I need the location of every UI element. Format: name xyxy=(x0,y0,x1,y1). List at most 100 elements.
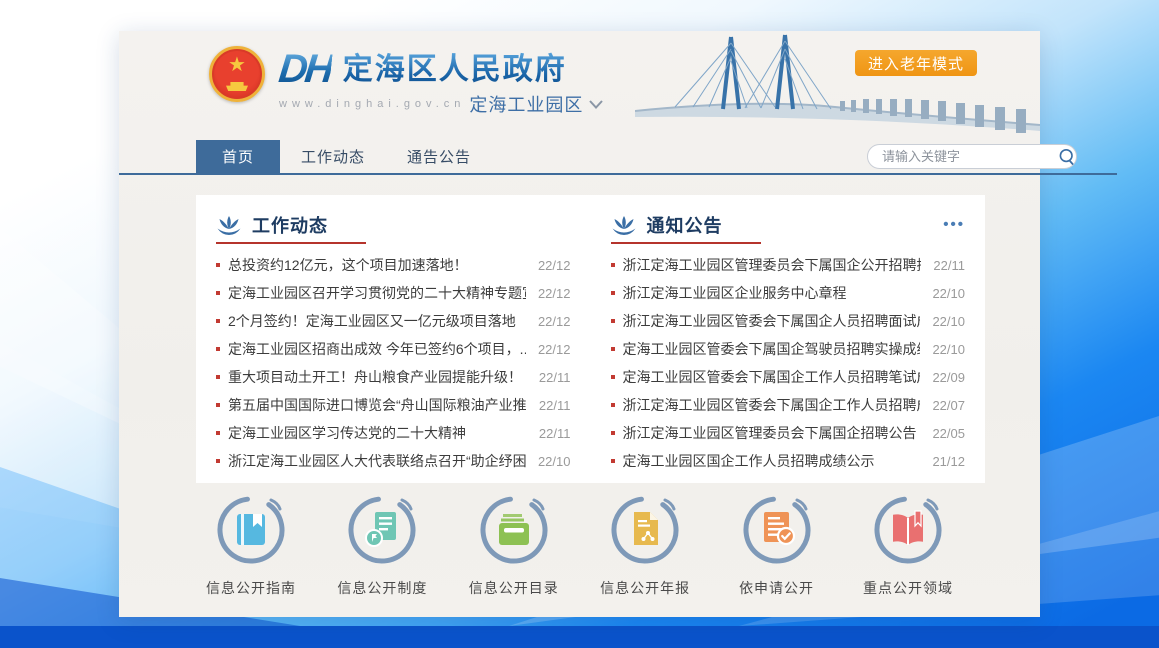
news-title[interactable]: 浙江定海工业园区管理委员会下属国企公开招聘拟... xyxy=(623,255,922,275)
bullet-icon xyxy=(216,347,220,351)
bullet-icon xyxy=(611,319,615,323)
news-title[interactable]: 浙江定海工业园区管委会下属国企人员招聘面试成... xyxy=(623,311,921,331)
news-title[interactable]: 2个月签约！定海工业园区又一亿元级项目落地 xyxy=(228,311,526,331)
open-book-icon xyxy=(893,511,923,545)
news-item[interactable]: 浙江定海工业园区企业服务中心章程 22/10 xyxy=(611,279,966,307)
work-dynamics-column: 工作动态 总投资约12亿元，这个项目加速落地！22/12 定海工业园区召开学习贯… xyxy=(216,207,571,483)
news-date: 22/12 xyxy=(538,314,571,329)
title-underline xyxy=(216,242,366,244)
news-title[interactable]: 定海工业园区学习传达党的二十大精神 xyxy=(228,423,527,443)
news-item[interactable]: 总投资约12亿元，这个项目加速落地！22/12 xyxy=(216,251,571,279)
news-item[interactable]: 浙江定海工业园区人大代表联络点召开“助企纾困... 22/10 xyxy=(216,447,571,475)
news-title[interactable]: 浙江定海工业园区人大代表联络点召开“助企纾困... xyxy=(228,451,526,471)
tab-home[interactable]: 首页 xyxy=(196,140,280,173)
news-title[interactable]: 定海工业园区国企工作人员招聘成绩公示 xyxy=(623,451,921,471)
news-item[interactable]: 定海工业园区管委会下属国企驾驶员招聘实操成绩 22/10 xyxy=(611,335,966,363)
quick-link-label[interactable]: 重点公开领域 xyxy=(846,578,970,598)
tab-work-dynamics[interactable]: 工作动态 xyxy=(280,140,386,173)
quick-link-label[interactable]: 信息公开年报 xyxy=(583,578,707,598)
brand-block: DH 定海区人民政府 www.dinghai.gov.cn 定海工业园区 xyxy=(279,49,603,117)
bullet-icon xyxy=(216,263,220,267)
notices-header: 通知公告 ••• xyxy=(611,207,966,243)
bullet-icon xyxy=(216,319,220,323)
quick-link-label[interactable]: 信息公开指南 xyxy=(189,578,313,598)
national-emblem xyxy=(209,46,265,102)
news-item[interactable]: 定海工业园区学习传达党的二十大精神 22/11 xyxy=(216,419,571,447)
quick-link-label[interactable]: 依申请公开 xyxy=(715,578,839,598)
news-item[interactable]: 浙江定海工业园区管理委员会下属国企招聘公告 22/05 xyxy=(611,419,966,447)
news-title[interactable]: 第五届中国国际进口博览会“舟山国际粮油产业推... xyxy=(228,395,527,415)
bullet-icon xyxy=(611,375,615,379)
news-item[interactable]: 浙江定海工业园区管委会下属国企人员招聘面试成...22/10 xyxy=(611,307,966,335)
site-url: www.dinghai.gov.cn xyxy=(279,98,465,110)
news-date: 22/11 xyxy=(539,426,571,441)
news-date: 22/11 xyxy=(933,258,965,273)
news-title[interactable]: 定海工业园区招商出成效 今年已签约6个项目，... xyxy=(228,339,526,359)
bullet-icon xyxy=(216,291,220,295)
news-title[interactable]: 定海工业园区召开学习贯彻党的二十大精神专题宣... xyxy=(228,283,526,303)
section-title[interactable]: 工作动态 xyxy=(252,212,328,238)
lotus-icon xyxy=(611,216,637,235)
catalog-box-icon xyxy=(499,514,529,545)
search-icon[interactable] xyxy=(1058,148,1076,166)
news-item[interactable]: 定海工业园区管委会下属国企工作人员招聘笔试成... 22/09 xyxy=(611,363,966,391)
quick-link-label[interactable]: 信息公开制度 xyxy=(320,578,444,598)
news-item[interactable]: 浙江定海工业园区管理委员会下属国企公开招聘拟... 22/11 xyxy=(611,251,966,279)
news-date: 22/10 xyxy=(932,286,965,301)
news-title[interactable]: 重大项目动土开工！舟山粮食产业园提能升级！ xyxy=(228,367,527,387)
news-title[interactable]: 总投资约12亿元，这个项目加速落地！ xyxy=(228,255,526,275)
search-box[interactable] xyxy=(867,144,1077,169)
bullet-icon xyxy=(216,431,220,435)
news-title[interactable]: 定海工业园区管委会下属国企驾驶员招聘实操成绩 xyxy=(623,339,921,359)
news-date: 22/05 xyxy=(932,426,965,441)
site-header: DH 定海区人民政府 www.dinghai.gov.cn 定海工业园区 进入老… xyxy=(119,31,1040,140)
news-title[interactable]: 定海工业园区管委会下属国企工作人员招聘笔试成... xyxy=(623,367,921,387)
more-button[interactable]: ••• xyxy=(943,220,965,230)
elderly-mode-button[interactable]: 进入老年模式 xyxy=(855,50,977,76)
news-item[interactable]: 第五届中国国际进口博览会“舟山国际粮油产业推... 22/11 xyxy=(216,391,571,419)
news-item[interactable]: 定海工业园区召开学习贯彻党的二十大精神专题宣... 22/12 xyxy=(216,279,571,307)
quick-link-annual-report[interactable]: 信息公开年报 xyxy=(583,493,707,598)
tab-announcements[interactable]: 通告公告 xyxy=(386,140,492,173)
news-date: 22/12 xyxy=(538,342,571,357)
quick-links-row: 信息公开指南 信息公开制度 xyxy=(189,493,970,598)
news-title[interactable]: 浙江定海工业园区企业服务中心章程 xyxy=(623,283,921,303)
bridge-illustration xyxy=(635,31,1040,140)
work-dynamics-header: 工作动态 xyxy=(216,207,571,243)
news-title[interactable]: 浙江定海工业园区管委会下属国企工作人员招聘成... xyxy=(623,395,921,415)
quick-link-catalog[interactable]: 信息公开目录 xyxy=(452,493,576,598)
bullet-icon xyxy=(611,403,615,407)
news-title[interactable]: 浙江定海工业园区管理委员会下属国企招聘公告 xyxy=(623,423,921,443)
chevron-down-icon[interactable] xyxy=(589,100,603,109)
news-panel: 工作动态 总投资约12亿元，这个项目加速落地！22/12 定海工业园区召开学习贯… xyxy=(196,195,985,483)
news-date: 22/11 xyxy=(539,398,571,413)
bullet-icon xyxy=(611,431,615,435)
news-item[interactable]: 定海工业园区国企工作人员招聘成绩公示 21/12 xyxy=(611,447,966,475)
annual-report-icon xyxy=(634,512,658,545)
lotus-icon xyxy=(216,216,242,235)
news-item[interactable]: 重大项目动土开工！舟山粮食产业园提能升级！22/11 xyxy=(216,363,571,391)
news-item[interactable]: 浙江定海工业园区管委会下属国企工作人员招聘成...22/07 xyxy=(611,391,966,419)
news-date: 21/12 xyxy=(932,454,965,469)
bullet-icon xyxy=(216,459,220,463)
quick-link-guide[interactable]: 信息公开指南 xyxy=(189,493,313,598)
quick-link-rules[interactable]: 信息公开制度 xyxy=(320,493,444,598)
section-title[interactable]: 通知公告 xyxy=(647,212,723,238)
sub-site-selector[interactable]: 定海工业园区 xyxy=(469,91,583,117)
news-item[interactable]: 2个月签约！定海工业园区又一亿元级项目落地 22/12 xyxy=(216,307,571,335)
news-date: 22/10 xyxy=(538,454,571,469)
main-navigation: 首页 工作动态 通告公告 xyxy=(119,140,1117,175)
apply-checklist-icon xyxy=(764,512,794,544)
news-date: 22/10 xyxy=(932,342,965,357)
news-date: 22/09 xyxy=(932,370,965,385)
bullet-icon xyxy=(611,263,615,267)
quick-link-apply[interactable]: 依申请公开 xyxy=(715,493,839,598)
news-date: 22/12 xyxy=(538,286,571,301)
search-input[interactable] xyxy=(868,149,1058,164)
notices-list: 浙江定海工业园区管理委员会下属国企公开招聘拟... 22/11 浙江定海工业园区企… xyxy=(611,251,966,475)
news-item[interactable]: 定海工业园区招商出成效 今年已签约6个项目，... 22/12 xyxy=(216,335,571,363)
quick-link-label[interactable]: 信息公开目录 xyxy=(452,578,576,598)
site-title: 定海区人民政府 xyxy=(343,51,567,89)
quick-link-key-areas[interactable]: 重点公开领域 xyxy=(846,493,970,598)
notices-column: 通知公告 ••• 浙江定海工业园区管理委员会下属国企公开招聘拟... 22/11 … xyxy=(611,207,966,483)
